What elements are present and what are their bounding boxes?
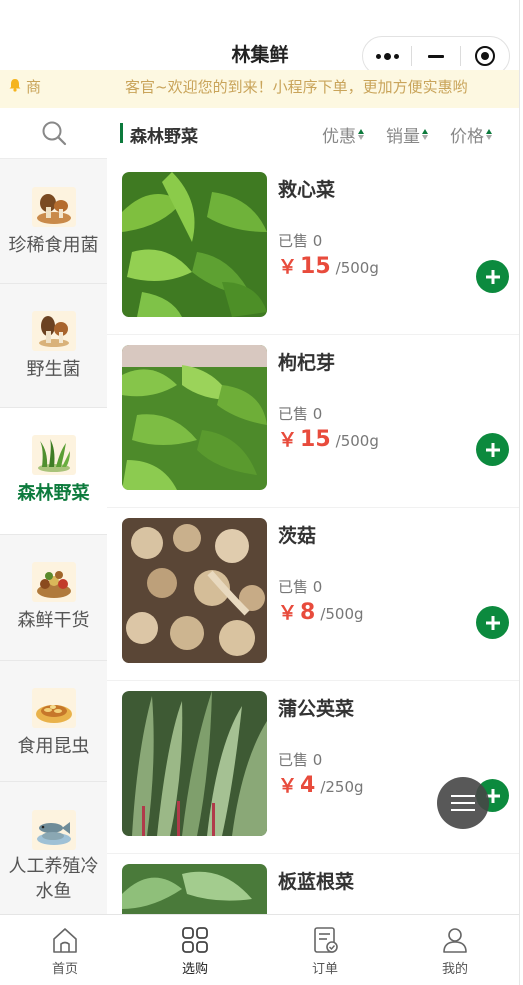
mushroom-basket-icon bbox=[31, 187, 76, 227]
grid-icon bbox=[182, 927, 208, 953]
product-item[interactable]: 救心菜 已售 0 ￥ 15/500g bbox=[107, 162, 519, 335]
close-circle-icon bbox=[475, 46, 495, 66]
bottom-tab-bar: 首页 选购 订单 我的 bbox=[0, 914, 519, 985]
sort-price[interactable]: 价格 bbox=[450, 122, 492, 147]
sidebar-item-forest-greens[interactable]: 森林野菜 bbox=[0, 408, 107, 535]
notice-text: 客官~欢迎您的到来！小程序下单，更加方便实惠哟 bbox=[125, 78, 468, 96]
plus-icon bbox=[485, 615, 500, 630]
product-sold: 已售 0 bbox=[278, 405, 323, 423]
product-item[interactable]: 枸杞芽 已售 0 ￥ 15/500g bbox=[107, 335, 519, 508]
sort-label: 价格 bbox=[450, 127, 484, 147]
product-sold: 已售 0 bbox=[278, 232, 323, 250]
tab-label: 选购 bbox=[181, 962, 208, 977]
user-icon bbox=[443, 928, 467, 953]
sort-sales[interactable]: 销量 bbox=[386, 122, 428, 147]
product-price: ￥ 4/250g bbox=[278, 771, 364, 798]
product-price: ￥ 15/500g bbox=[278, 252, 379, 279]
tab-orders[interactable]: 订单 bbox=[260, 915, 390, 985]
product-price: ￥ 8/500g bbox=[278, 598, 364, 625]
sort-bar: 森林野菜 优惠 销量 价格 bbox=[107, 108, 519, 158]
tab-home[interactable]: 首页 bbox=[0, 915, 130, 985]
price-unit: /250g bbox=[320, 778, 364, 796]
wild-mushroom-icon bbox=[31, 311, 76, 351]
more-dots-icon bbox=[375, 52, 399, 60]
price-value: 4 bbox=[300, 773, 316, 798]
product-price: ￥ 15/500g bbox=[278, 425, 379, 452]
add-to-cart-button[interactable] bbox=[476, 260, 509, 293]
sidebar-item-label: 野生菌 bbox=[26, 359, 81, 380]
sidebar-item-rare-mushroom[interactable]: 珍稀食用菌 bbox=[0, 160, 107, 284]
bell-icon bbox=[9, 79, 21, 92]
price-unit: /500g bbox=[335, 259, 379, 277]
sort-label: 销量 bbox=[386, 127, 420, 147]
product-image bbox=[122, 518, 267, 663]
search-button[interactable] bbox=[0, 108, 107, 159]
sidebar-item-label: 食用昆虫 bbox=[17, 736, 90, 757]
product-name: 茨菇 bbox=[278, 525, 317, 547]
sort-arrows-icon bbox=[358, 129, 364, 140]
section-title: 森林野菜 bbox=[130, 127, 198, 147]
price-currency: ￥ bbox=[278, 602, 298, 624]
sidebar-item-dried-goods[interactable]: 森鲜干货 bbox=[0, 535, 107, 661]
product-sold: 已售 0 bbox=[278, 578, 323, 596]
add-to-cart-button[interactable] bbox=[476, 606, 509, 639]
plus-icon bbox=[485, 442, 500, 457]
category-sidebar: 珍稀食用菌 野生菌 森林野菜 森鲜干货 食用昆虫 人工养殖冷水鱼 bbox=[0, 108, 107, 914]
product-sold: 已售 0 bbox=[278, 751, 323, 769]
sidebar-item-coldwater-fish[interactable]: 人工养殖冷水鱼 bbox=[0, 782, 107, 914]
price-currency: ￥ bbox=[278, 775, 298, 797]
dried-goods-icon bbox=[31, 562, 76, 602]
phone-screen: 林集鲜 商 客官~欢迎您的到来！小程序下单，更加方便实惠哟 珍稀食用菌 野生菌 … bbox=[0, 0, 520, 985]
product-name: 救心菜 bbox=[278, 179, 336, 201]
sidebar-item-wild-mushroom[interactable]: 野生菌 bbox=[0, 284, 107, 408]
sort-label: 优惠 bbox=[322, 127, 356, 147]
notice-banner[interactable]: 商 客官~欢迎您的到来！小程序下单，更加方便实惠哟 bbox=[0, 70, 519, 108]
add-to-cart-button[interactable] bbox=[476, 433, 509, 466]
price-currency: ￥ bbox=[278, 256, 298, 278]
tab-label: 首页 bbox=[51, 962, 78, 977]
product-item[interactable]: 茨菇 已售 0 ￥ 8/500g bbox=[107, 508, 519, 681]
product-name: 蒲公英菜 bbox=[278, 698, 355, 720]
tab-mine[interactable]: 我的 bbox=[390, 915, 519, 985]
sidebar-item-label: 珍稀食用菌 bbox=[8, 235, 99, 256]
product-name: 枸杞芽 bbox=[278, 352, 336, 374]
sidebar-item-edible-insects[interactable]: 食用昆虫 bbox=[0, 661, 107, 782]
sort-arrows-icon bbox=[422, 129, 428, 140]
price-unit: /500g bbox=[335, 432, 379, 450]
sort-arrows-icon bbox=[486, 129, 492, 140]
product-item[interactable]: 板蓝根菜 bbox=[107, 854, 519, 914]
home-icon bbox=[53, 928, 77, 953]
tab-shop[interactable]: 选购 bbox=[130, 915, 260, 985]
order-icon bbox=[314, 927, 338, 953]
product-image bbox=[122, 864, 267, 914]
product-image bbox=[122, 345, 267, 490]
price-value: 15 bbox=[300, 427, 331, 452]
search-icon bbox=[42, 121, 66, 146]
tab-label: 我的 bbox=[441, 962, 468, 977]
fish-icon bbox=[31, 810, 76, 850]
minimize-icon bbox=[428, 54, 444, 58]
sidebar-item-label: 森林野菜 bbox=[17, 483, 90, 504]
product-image bbox=[122, 172, 267, 317]
price-value: 15 bbox=[300, 254, 331, 279]
tab-label: 订单 bbox=[311, 962, 338, 977]
price-value: 8 bbox=[300, 600, 316, 625]
product-image bbox=[122, 691, 267, 836]
price-unit: /500g bbox=[320, 605, 364, 623]
sort-discount[interactable]: 优惠 bbox=[322, 122, 364, 147]
floating-menu-button[interactable] bbox=[437, 777, 489, 829]
plus-icon bbox=[485, 269, 500, 284]
sidebar-item-label: 森鲜干货 bbox=[17, 610, 90, 631]
product-name: 板蓝根菜 bbox=[278, 871, 355, 893]
section-marker bbox=[120, 123, 123, 143]
notice-label: 商 bbox=[26, 78, 42, 96]
sidebar-item-label: 人工养殖冷水鱼 bbox=[8, 856, 99, 902]
price-currency: ￥ bbox=[278, 429, 298, 451]
insect-dish-icon bbox=[31, 688, 76, 728]
wild-greens-icon bbox=[31, 435, 76, 475]
